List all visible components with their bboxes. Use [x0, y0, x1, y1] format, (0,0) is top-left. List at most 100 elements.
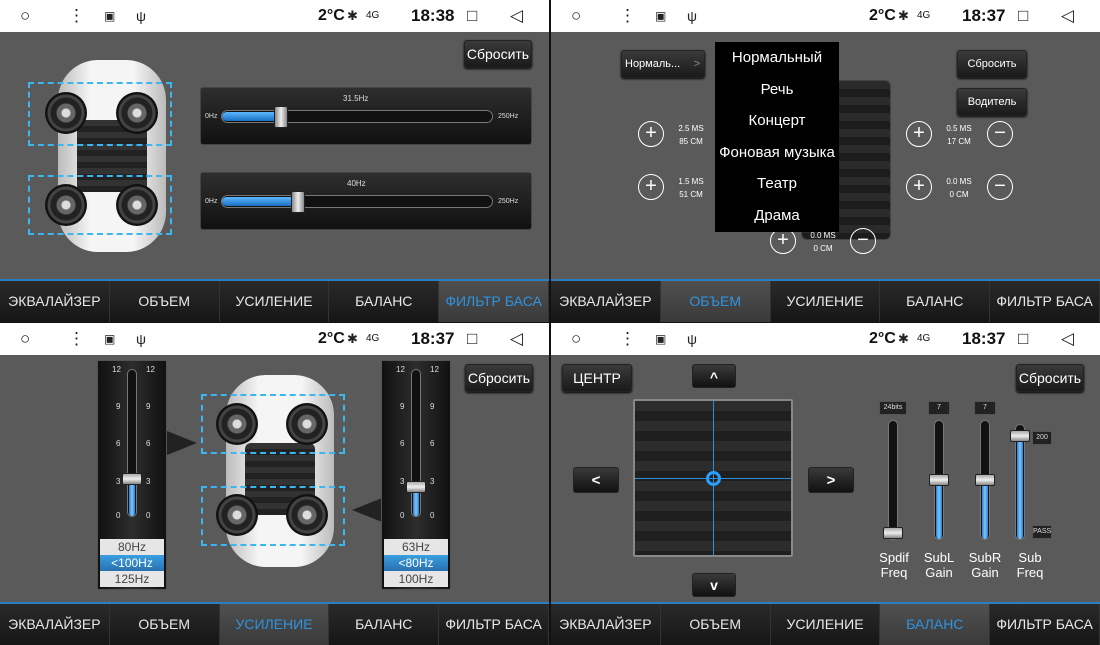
freq-option-selected[interactable]: <80Hz: [384, 555, 448, 571]
recent-apps-icon[interactable]: □: [1018, 328, 1028, 350]
plus-icon[interactable]: +: [906, 121, 932, 147]
tab-bar: ЭКВАЛАЙЗЕР ОБЪЕМ УСИЛЕНИЕ БАЛАНС ФИЛЬТР …: [0, 602, 549, 645]
tab-equalizer[interactable]: ЭКВАЛАЙЗЕР: [551, 281, 661, 322]
reset-button[interactable]: Сбросить: [1016, 364, 1084, 392]
speaker-icon: [45, 92, 87, 134]
tab-volume[interactable]: ОБЪЕМ: [660, 281, 771, 322]
tab-volume[interactable]: ОБЪЕМ: [109, 604, 220, 645]
menu-dots-icon[interactable]: ⋮: [619, 5, 636, 27]
arrow-right-icon[interactable]: >: [808, 467, 854, 493]
freq-option[interactable]: 125Hz: [100, 571, 164, 587]
menu-item-normal[interactable]: Нормальный: [715, 42, 839, 74]
plus-icon[interactable]: +: [906, 174, 932, 200]
recent-apps-icon[interactable]: □: [467, 5, 477, 27]
recent-apps-icon[interactable]: □: [467, 328, 477, 350]
subl-gain-slider[interactable]: [929, 420, 949, 540]
front-freq-slider[interactable]: [221, 106, 493, 128]
slider-knob[interactable]: [406, 481, 426, 493]
distance-cm: 17 CM: [947, 137, 971, 146]
tab-balance[interactable]: БАЛАНС: [880, 281, 991, 322]
slider-fill: [1017, 436, 1023, 539]
rear-freq-selector[interactable]: 63Hz <80Hz 100Hz: [384, 539, 448, 587]
tab-balance[interactable]: БАЛАНС: [329, 604, 440, 645]
clock: 18:37: [411, 329, 455, 348]
menu-item-drama[interactable]: Драма: [715, 200, 839, 232]
usb-icon: ψ: [136, 8, 146, 24]
reset-button[interactable]: Сбросить: [957, 50, 1027, 78]
tab-equalizer[interactable]: ЭКВАЛАЙЗЕР: [0, 604, 110, 645]
home-icon[interactable]: ○: [571, 328, 581, 350]
tab-volume[interactable]: ОБЪЕМ: [109, 281, 220, 322]
freq-option[interactable]: 63Hz: [384, 539, 448, 555]
balance-point[interactable]: [706, 471, 721, 486]
menu-dots-icon[interactable]: ⋮: [619, 328, 636, 350]
temperature: 2°C: [869, 7, 896, 24]
subr-gain-slider[interactable]: [975, 420, 995, 540]
balance-pad[interactable]: [633, 399, 793, 557]
tab-amplification[interactable]: УСИЛЕНИЕ: [219, 281, 330, 322]
tab-bass-filter[interactable]: ФИЛЬТР БАСА: [990, 604, 1100, 645]
recent-apps-icon[interactable]: □: [1018, 5, 1028, 27]
minus-icon[interactable]: −: [850, 228, 876, 254]
plus-icon[interactable]: +: [638, 121, 664, 147]
tab-amplification[interactable]: УСИЛЕНИЕ: [770, 281, 881, 322]
slider-knob[interactable]: [1010, 430, 1030, 442]
slider-fill: [936, 480, 942, 539]
freq-option[interactable]: 100Hz: [384, 571, 448, 587]
tab-equalizer[interactable]: ЭКВАЛАЙЗЕР: [0, 281, 110, 322]
arrow-up-icon[interactable]: ^: [692, 364, 736, 388]
reset-button[interactable]: Сбросить: [465, 364, 533, 392]
rear-gain-slider[interactable]: [406, 369, 426, 517]
tab-amplification[interactable]: УСИЛЕНИЕ: [770, 604, 881, 645]
minus-icon[interactable]: −: [987, 121, 1013, 147]
scale-label: 0: [400, 511, 405, 520]
preset-dropdown[interactable]: Нормаль... >: [621, 50, 705, 78]
home-icon[interactable]: ○: [571, 5, 581, 27]
front-freq-selector[interactable]: 80Hz <100Hz 125Hz: [100, 539, 164, 587]
subr-gain-label: SubR Gain: [965, 550, 1005, 580]
arrow-left-icon[interactable]: <: [573, 467, 619, 493]
slider-knob[interactable]: [975, 474, 995, 486]
sub-freq-slider[interactable]: [1010, 424, 1030, 540]
back-icon[interactable]: ◁: [510, 5, 523, 27]
arrow-down-icon[interactable]: v: [692, 573, 736, 597]
slider-knob[interactable]: [929, 474, 949, 486]
menu-item-theater[interactable]: Театр: [715, 168, 839, 200]
freq-option-selected[interactable]: <100Hz: [100, 555, 164, 571]
menu-item-speech[interactable]: Речь: [715, 74, 839, 106]
clock: 18:38: [411, 6, 455, 25]
home-icon[interactable]: ○: [20, 5, 30, 27]
tab-amplification[interactable]: УСИЛЕНИЕ: [219, 604, 330, 645]
menu-dots-icon[interactable]: ⋮: [68, 5, 85, 27]
tab-bass-filter[interactable]: ФИЛЬТР БАСА: [439, 604, 549, 645]
preset-menu: Нормальный Речь Концерт Фоновая музыка Т…: [715, 42, 839, 232]
back-icon[interactable]: ◁: [1061, 328, 1074, 350]
back-icon[interactable]: ◁: [1061, 5, 1074, 27]
menu-item-background-music[interactable]: Фоновая музыка: [715, 137, 839, 169]
slider-knob[interactable]: [122, 473, 142, 485]
center-button[interactable]: ЦЕНТР: [562, 364, 632, 392]
tab-equalizer[interactable]: ЭКВАЛАЙЗЕР: [551, 604, 661, 645]
minus-icon[interactable]: −: [987, 174, 1013, 200]
back-icon[interactable]: ◁: [510, 328, 523, 350]
tab-balance[interactable]: БАЛАНС: [329, 281, 440, 322]
bluetooth-icon: ✱: [347, 8, 358, 23]
tab-bass-filter[interactable]: ФИЛЬТР БАСА: [990, 281, 1100, 322]
slider-knob[interactable]: [291, 191, 305, 213]
driver-button[interactable]: Водитель: [957, 88, 1027, 116]
rear-freq-slider[interactable]: [221, 191, 493, 213]
scale-label: 9: [146, 402, 151, 411]
menu-item-concert[interactable]: Концерт: [715, 105, 839, 137]
slider-knob[interactable]: [883, 527, 903, 539]
home-icon[interactable]: ○: [20, 328, 30, 350]
front-gain-slider[interactable]: [122, 369, 142, 517]
tab-bass-filter[interactable]: ФИЛЬТР БАСА: [439, 281, 549, 322]
freq-option[interactable]: 80Hz: [100, 539, 164, 555]
slider-knob[interactable]: [274, 106, 288, 128]
spdif-freq-slider[interactable]: [883, 420, 903, 540]
plus-icon[interactable]: +: [638, 174, 664, 200]
tab-volume[interactable]: ОБЪЕМ: [660, 604, 771, 645]
reset-button[interactable]: Сбросить: [464, 40, 532, 68]
menu-dots-icon[interactable]: ⋮: [68, 328, 85, 350]
tab-balance[interactable]: БАЛАНС: [880, 604, 991, 645]
